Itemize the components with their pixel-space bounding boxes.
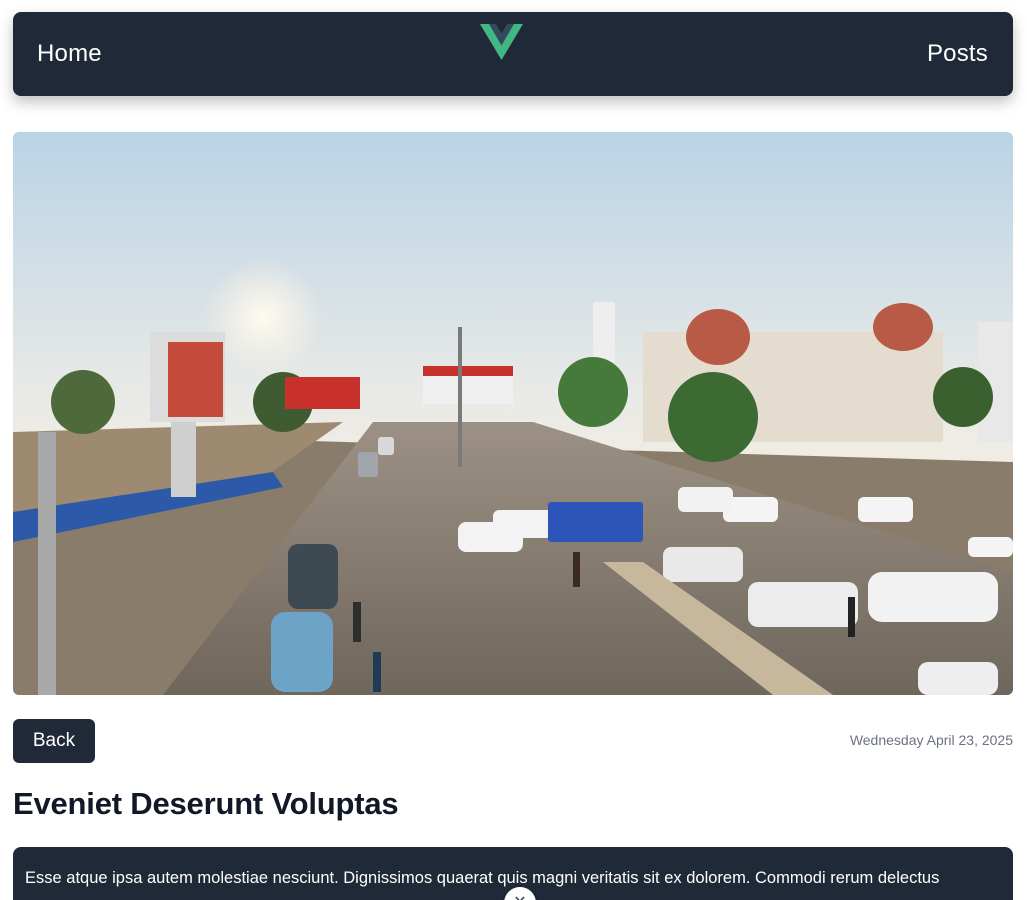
post-date: Wednesday April 23, 2025 bbox=[849, 732, 1013, 748]
nav-posts-link[interactable]: Posts bbox=[927, 40, 988, 68]
back-button[interactable]: Back bbox=[13, 719, 95, 763]
vue-logo-icon[interactable] bbox=[480, 23, 523, 61]
post-hero-image bbox=[13, 132, 1013, 695]
nav-home-link[interactable]: Home bbox=[37, 40, 102, 68]
post-body-text: Esse atque ipsa autem molestiae nesciunt… bbox=[25, 869, 940, 887]
post-title: Eveniet Deserunt Voluptas bbox=[13, 786, 399, 821]
